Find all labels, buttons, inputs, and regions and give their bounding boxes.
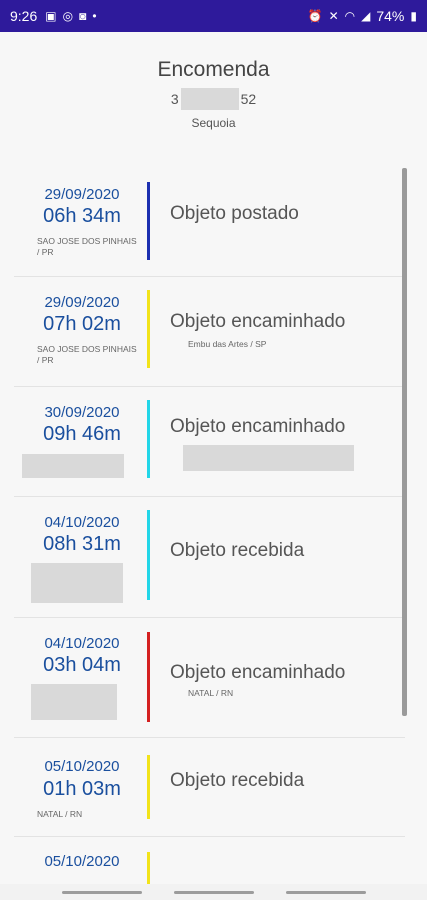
image-icon: ▣ — [45, 9, 57, 23]
list-item[interactable]: 05/10/2020 01h 03m NATAL / RN Objeto rec… — [0, 738, 405, 836]
tracking-code-prefix: 3 — [170, 91, 179, 107]
tracking-code-suffix: 52 — [240, 91, 257, 107]
home-button[interactable] — [174, 891, 254, 894]
package-name: Sequoia — [191, 116, 236, 130]
status-bar: 9:26 ▣ ◎ ◙ • ⏰ ✕ ◠ ◢ 74% ▮ — [0, 0, 427, 32]
status-color-bar — [147, 755, 150, 819]
event-status-location: NATAL / RN — [188, 688, 234, 698]
redacted-block — [183, 445, 354, 471]
scrollbar[interactable] — [402, 168, 407, 716]
event-date: 04/10/2020 — [44, 635, 120, 652]
event-status: Objeto encaminhado — [170, 416, 346, 437]
status-color-bar — [147, 510, 150, 600]
wifi-icon: ◠ — [344, 9, 356, 23]
event-time: 06h 34m — [43, 205, 121, 227]
instagram-icon: ◙ — [79, 9, 87, 23]
redacted-block — [22, 454, 124, 478]
battery-percent: 74% — [376, 8, 405, 24]
event-date: 30/09/2020 — [44, 404, 120, 421]
redacted-block — [31, 563, 123, 603]
status-time: 9:26 — [10, 8, 38, 24]
dot-icon: • — [92, 9, 97, 23]
back-button[interactable] — [286, 891, 366, 894]
status-color-bar — [147, 400, 150, 478]
system-nav-bar — [0, 884, 427, 900]
event-date: 29/09/2020 — [44, 186, 120, 203]
event-date: 05/10/2020 — [44, 758, 120, 775]
list-item[interactable]: 30/09/2020 09h 46m Objeto encaminhado — [0, 386, 405, 496]
signal-icon: ◢ — [361, 9, 371, 23]
event-time: 08h 31m — [43, 533, 121, 555]
event-time: 01h 03m — [43, 778, 121, 800]
status-color-bar — [147, 290, 150, 368]
status-right-group: ⏰ ✕ ◠ ◢ 74% ▮ — [308, 8, 417, 24]
event-time: 07h 02m — [43, 313, 121, 335]
event-location: SAO JOSE DOS PINHAIS / PR — [37, 344, 137, 365]
event-date: 29/09/2020 — [44, 294, 120, 311]
whatsapp-icon: ◎ — [62, 9, 74, 23]
recent-apps-button[interactable] — [62, 891, 142, 894]
status-left-group: 9:26 ▣ ◎ ◙ • — [10, 8, 97, 24]
event-time: 09h 46m — [43, 423, 121, 445]
status-color-bar — [147, 852, 150, 884]
tracking-code: 3 52 — [0, 88, 427, 110]
tracking-list[interactable]: 29/09/2020 06h 34m SAO JOSE DOS PINHAIS … — [0, 148, 427, 884]
event-status: Objeto encaminhado — [170, 662, 346, 683]
event-status: Objeto postado — [170, 203, 299, 224]
battery-icon: ▮ — [410, 9, 417, 23]
redacted-block — [180, 88, 239, 110]
list-item[interactable]: 05/10/2020 — [0, 836, 405, 884]
event-location: NATAL / RN — [37, 809, 83, 819]
list-item[interactable]: 04/10/2020 08h 31m Objeto recebida — [0, 496, 405, 618]
package-header: Encomenda 3 52 Sequoia — [0, 32, 427, 148]
status-color-bar — [147, 632, 150, 722]
status-color-bar — [147, 182, 150, 260]
list-item[interactable]: 29/09/2020 07h 02m SAO JOSE DOS PINHAIS … — [0, 276, 405, 386]
event-date: 04/10/2020 — [44, 514, 120, 531]
event-status: Objeto encaminhado — [170, 311, 346, 332]
event-status: Objeto recebida — [170, 540, 305, 561]
list-item[interactable]: 29/09/2020 06h 34m SAO JOSE DOS PINHAIS … — [0, 168, 405, 276]
redacted-block — [31, 684, 117, 720]
event-status: Objeto recebida — [170, 770, 305, 791]
page-title: Encomenda — [157, 58, 270, 81]
alarm-icon: ⏰ — [307, 9, 323, 23]
event-status-location: Embu das Artes / SP — [188, 339, 267, 349]
event-location: SAO JOSE DOS PINHAIS / PR — [37, 236, 137, 257]
list-item[interactable]: 04/10/2020 03h 04m Objeto encaminhado NA… — [0, 617, 405, 737]
event-date: 05/10/2020 — [44, 853, 120, 870]
mute-icon: ✕ — [328, 9, 339, 23]
event-time: 03h 04m — [43, 654, 121, 676]
